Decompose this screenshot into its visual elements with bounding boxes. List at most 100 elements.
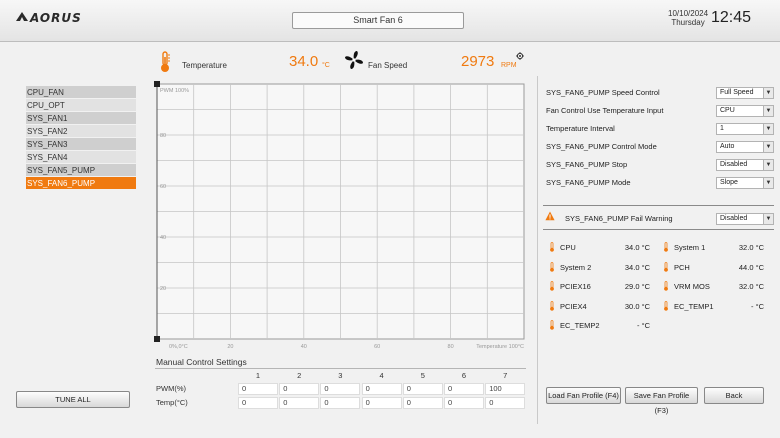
temp-input[interactable]: 0 xyxy=(485,397,526,409)
sensor-value: 32.0 °C xyxy=(738,243,764,252)
setting-value: CPU xyxy=(720,107,735,114)
tune-all-button[interactable]: TUNE ALL xyxy=(16,391,130,408)
temp-input[interactable]: 0 xyxy=(279,397,320,409)
pwm-row-label: PWM(%) xyxy=(156,384,186,393)
sensor-value: 44.0 °C xyxy=(738,262,764,272)
sensor-name: System 2 xyxy=(560,262,592,272)
temp-input[interactable]: 0 xyxy=(444,397,484,409)
sensor-name: EC_TEMP2 xyxy=(560,321,600,330)
chevron-down-icon: ▼ xyxy=(763,106,773,116)
manual-column-header: 7 xyxy=(503,371,508,380)
fan-list-item[interactable]: SYS_FAN1 xyxy=(26,112,136,125)
fan-list-item[interactable]: SYS_FAN2 xyxy=(26,125,136,138)
fan-list-item[interactable]: SYS_FAN6_PUMP xyxy=(26,177,136,190)
divider xyxy=(543,229,774,230)
fail-warning-label: SYS_FAN6_PUMP Fail Warning xyxy=(565,214,673,223)
sensor-name: PCIEX16 xyxy=(560,282,591,291)
gear-icon[interactable] xyxy=(516,52,524,60)
temp-input[interactable]: 0 xyxy=(320,397,361,409)
manual-column-header: 4 xyxy=(379,371,384,380)
thermometer-icon xyxy=(161,51,170,72)
temp-input[interactable]: 0 xyxy=(361,397,402,409)
date-display: 10/10/2024 Thursday xyxy=(668,9,708,27)
setting-value: 1 xyxy=(720,125,724,132)
fail-warning-select[interactable]: Disabled ▼ xyxy=(716,213,774,225)
sensor-name: PCH xyxy=(674,262,690,272)
save-fan-profile-button[interactable]: Save Fan Profile (F3) xyxy=(625,387,698,415)
curve-point[interactable] xyxy=(154,81,160,87)
setting-label: SYS_FAN6_PUMP Speed Control xyxy=(546,88,660,97)
load-fan-profile-button[interactable]: Load Fan Profile (F4) xyxy=(546,387,621,404)
pwm-input[interactable]: 0 xyxy=(444,383,484,395)
thermometer-icon xyxy=(549,281,555,291)
sensor-name: VRM MOS xyxy=(674,282,710,291)
manual-column-header: 1 xyxy=(255,371,261,380)
setting-value: Disabled xyxy=(720,161,748,168)
thermometer-icon xyxy=(549,320,555,330)
sensor-name: CPU xyxy=(560,243,576,252)
setting-select[interactable]: CPU ▼ xyxy=(716,105,774,117)
clock-time: 12:45 xyxy=(711,9,752,26)
divider xyxy=(543,205,774,206)
pwm-input[interactable]: 100 xyxy=(485,383,526,395)
chevron-down-icon: ▼ xyxy=(763,142,773,152)
x-tick-label: 80 xyxy=(448,344,454,350)
weekday-text: Thursday xyxy=(671,18,705,27)
sensor-value: 34.0 °C xyxy=(624,243,650,252)
pwm-input[interactable]: 0 xyxy=(402,383,443,395)
chevron-down-icon: ▼ xyxy=(763,214,773,224)
y-axis-label: PWM 100% xyxy=(160,88,189,94)
thermometer-icon xyxy=(663,261,669,272)
fan-list-item[interactable]: SYS_FAN4 xyxy=(26,151,136,164)
thermometer-icon xyxy=(663,281,669,291)
sensor-name: PCIEX4 xyxy=(560,301,587,311)
thermometer-icon xyxy=(663,242,669,252)
fan-list-item[interactable]: CPU_OPT xyxy=(26,99,136,112)
temperature-label: Temperature xyxy=(182,61,227,70)
pwm-input[interactable]: 0 xyxy=(238,383,278,395)
setting-select[interactable]: 1 ▼ xyxy=(716,123,774,135)
chevron-down-icon: ▼ xyxy=(763,160,773,170)
x-tick-label: 60 xyxy=(374,344,380,350)
setting-value: Auto xyxy=(720,143,735,150)
pwm-input[interactable]: 0 xyxy=(361,383,402,395)
sensor-value: 30.0 °C xyxy=(624,301,650,311)
fan-list-item[interactable]: CPU_FAN xyxy=(26,86,136,99)
temperature-unit: °C xyxy=(322,62,330,69)
x-tick-label: 20 xyxy=(227,344,233,350)
temp-input[interactable]: 0 xyxy=(238,397,278,409)
y-tick-label: 80 xyxy=(160,133,166,139)
setting-label: Temperature Interval xyxy=(546,124,615,133)
chevron-down-icon: ▼ xyxy=(763,88,773,98)
setting-select[interactable]: Disabled ▼ xyxy=(716,159,774,171)
temp-input[interactable]: 0 xyxy=(402,397,443,409)
fan-list-item[interactable]: SYS_FAN5_PUMP xyxy=(26,164,136,177)
fan-list-item[interactable]: SYS_FAN3 xyxy=(26,138,136,151)
setting-value: Slope xyxy=(720,179,738,186)
thermometer-icon xyxy=(549,261,555,272)
setting-value: Full Speed xyxy=(720,89,754,96)
fan-curve-chart[interactable]: 80 60 40 20 20 40 60 80 PWM 100% Temperature 100°… xyxy=(150,80,530,352)
thermometer-icon xyxy=(663,300,669,311)
temperature-value: 34.0 xyxy=(289,53,319,70)
y-tick-label: 20 xyxy=(160,286,166,292)
setting-select[interactable]: Slope ▼ xyxy=(716,177,774,189)
sensor-value: - °C xyxy=(751,301,764,311)
sensor-value: 34.0 °C xyxy=(624,262,650,272)
manual-column-header: 2 xyxy=(297,371,302,380)
temp-row-label: Temp(°C) xyxy=(156,398,188,407)
setting-select[interactable]: Auto ▼ xyxy=(716,141,774,153)
setting-label: SYS_FAN6_PUMP Stop xyxy=(546,160,628,169)
pwm-input[interactable]: 0 xyxy=(279,383,320,395)
back-button[interactable]: Back xyxy=(704,387,764,404)
pwm-input[interactable]: 0 xyxy=(320,383,361,395)
fan-list: CPU_FAN CPU_OPT SYS_FAN1 SYS_FAN2 SYS_FAN3 SY… xyxy=(26,86,136,190)
date-text: 10/10/2024 xyxy=(668,9,709,18)
curve-point[interactable] xyxy=(154,336,160,342)
y-tick-label: 40 xyxy=(160,235,166,241)
x-axis-label: Temperature 100°C xyxy=(476,344,524,350)
top-bar: AORUS Smart Fan 6 10/10/2024 Thursday 12… xyxy=(0,0,780,42)
sensor-name: System 1 xyxy=(674,243,706,252)
fan-speed-label: Fan Speed xyxy=(368,61,408,70)
setting-select[interactable]: Full Speed ▼ xyxy=(716,87,774,99)
